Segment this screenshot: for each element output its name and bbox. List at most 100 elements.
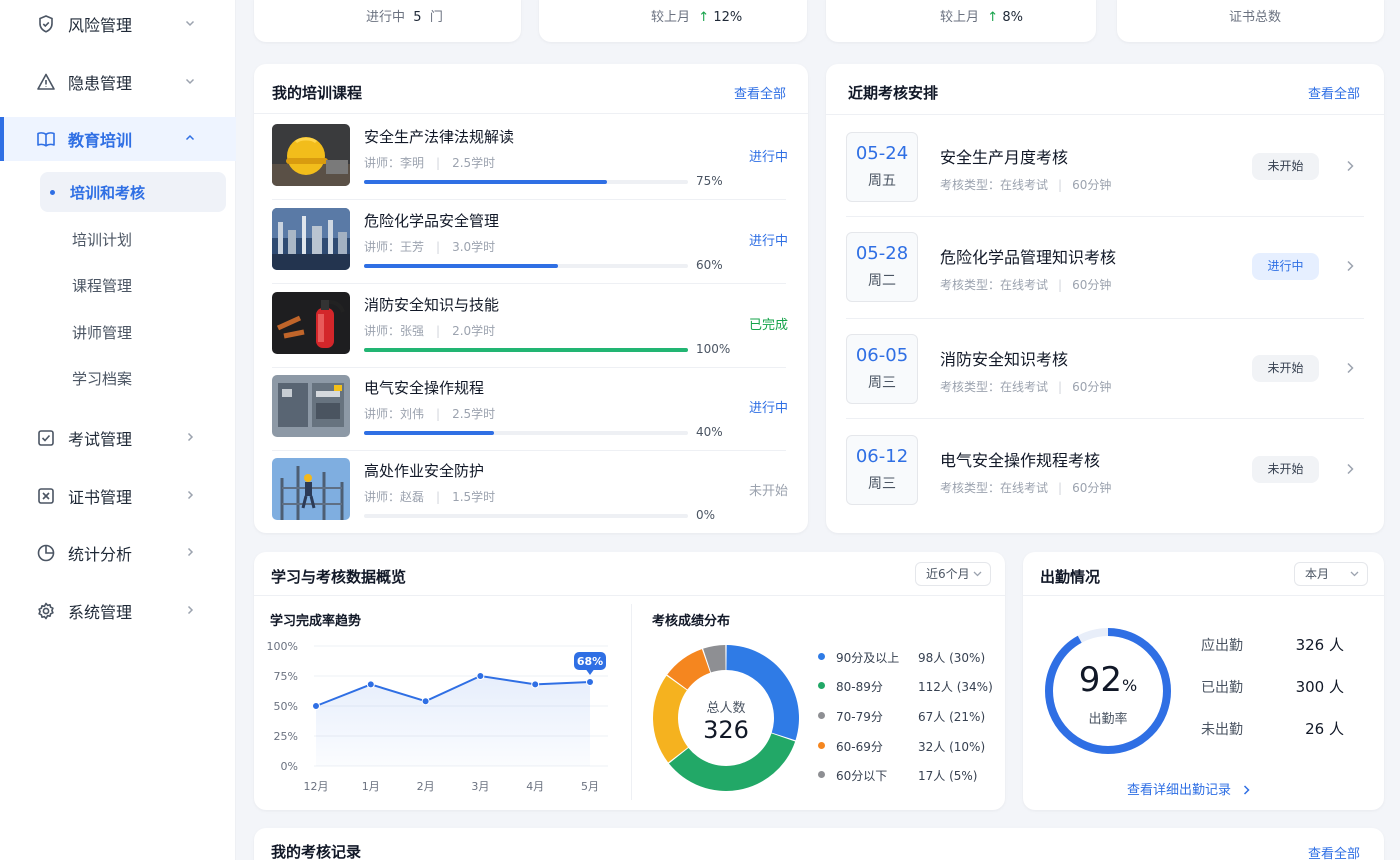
- overview-range-select[interactable]: 近6个月: [915, 562, 991, 586]
- records-view-all-link[interactable]: 查看全部: [1308, 843, 1360, 860]
- exam-item[interactable]: 05-28 周二 危险化学品管理知识考核 考核类型：在线考试 | 60分钟 进行中: [846, 232, 1364, 322]
- exams-view-all-link[interactable]: 查看全部: [1308, 83, 1360, 102]
- course-meta: 讲师：刘伟 | 2.5学时: [364, 407, 496, 421]
- sidebar-item-system[interactable]: 系统管理: [0, 589, 236, 633]
- course-status: 未开始: [748, 484, 788, 499]
- x-tick-label: 2月: [417, 780, 435, 793]
- sidebar-item-label: 风险管理: [68, 16, 133, 35]
- exam-date-box: 05-28 周二: [846, 232, 918, 302]
- legend-dot: [818, 712, 825, 719]
- stat-card-2: 较上月 ↑ 12%: [539, 0, 807, 42]
- divider: [272, 199, 786, 200]
- divider: [272, 450, 786, 451]
- stat-cert-text: 证书总数: [1229, 10, 1282, 25]
- attendance-expected-value: 326 人: [1295, 636, 1344, 654]
- sidebar-item-certificate[interactable]: 证书管理: [0, 474, 236, 518]
- sidebar-item-hazard[interactable]: 隐患管理: [0, 60, 236, 104]
- x-tick-label: 3月: [471, 780, 489, 793]
- exam-weekday: 周五: [868, 173, 896, 189]
- shield-icon: [39, 15, 53, 33]
- legend-item: 70-79分 67人 (21%): [818, 706, 998, 726]
- legend-dot: [818, 742, 825, 749]
- sub-item-teacher-manage[interactable]: 讲师管理: [40, 312, 226, 352]
- chevron-right-icon: [187, 490, 194, 500]
- attendance-present-label: 已出勤: [1201, 680, 1243, 696]
- course-item[interactable]: 高处作业安全防护 讲师：赵磊 | 1.5学时 0% 未开始: [272, 458, 788, 542]
- course-item[interactable]: 安全生产法律法规解读 讲师：李明 | 2.5学时 75% 进行中: [272, 124, 788, 208]
- exam-item[interactable]: 06-05 周三 消防安全知识考核 考核类型：在线考试 | 60分钟 未开始: [846, 334, 1364, 424]
- gear-icon: [38, 602, 54, 620]
- course-status: 进行中: [748, 401, 788, 416]
- book-icon: [37, 132, 55, 147]
- divider: [846, 418, 1364, 419]
- course-meta: 讲师：赵磊 | 1.5学时: [364, 490, 496, 504]
- course-progress-label: 40%: [696, 425, 723, 439]
- chevron-down-icon: [185, 78, 195, 85]
- chevron-right-icon[interactable]: [1346, 463, 1354, 475]
- exam-meta: 考核类型：在线考试 | 60分钟: [940, 178, 1112, 192]
- trend-point: [531, 680, 540, 689]
- stat-3-text: 较上月 ↑ 8%: [940, 10, 1023, 25]
- x-tick-label: 4月: [526, 780, 544, 793]
- exam-item[interactable]: 06-12 周三 电气安全操作规程考核 考核类型：在线考试 | 60分钟 未开始: [846, 435, 1364, 525]
- exam-status-badge: 未开始: [1252, 456, 1319, 483]
- course-item[interactable]: 危险化学品安全管理 讲师：王芳 | 3.0学时 60% 进行中: [272, 208, 788, 292]
- sidebar-item-training[interactable]: 教育培训: [0, 117, 236, 161]
- course-item[interactable]: 消防安全知识与技能 讲师：张强 | 2.0学时 100% 已完成: [272, 292, 788, 376]
- divider: [272, 283, 786, 284]
- sidebar-item-statistics[interactable]: 统计分析: [0, 531, 236, 575]
- chevron-down-icon: [185, 20, 195, 27]
- exam-weekday: 周二: [868, 273, 896, 289]
- divider: [846, 216, 1364, 217]
- attendance-absent-label: 未出勤: [1201, 722, 1243, 738]
- legend-item: 60分以下 17人 (5%): [818, 765, 998, 785]
- certificate-icon: [38, 488, 54, 504]
- legend-item: 80-89分 112人 (34%): [818, 676, 998, 696]
- x-tick-label: 5月: [581, 780, 599, 793]
- divider: [1023, 595, 1384, 596]
- attendance-absent-value: 26 人: [1305, 720, 1344, 738]
- attendance-range-select[interactable]: 本月: [1294, 562, 1368, 586]
- sidebar-item-exam[interactable]: 考试管理: [0, 416, 236, 460]
- legend-dot: [818, 653, 825, 660]
- exam-date-box: 06-12 周三: [846, 435, 918, 505]
- chevron-right-icon: [1244, 785, 1250, 795]
- course-title: 安全生产法律法规解读: [364, 128, 515, 146]
- course-status: 进行中: [748, 150, 788, 165]
- chevron-right-icon: [187, 605, 194, 615]
- exam-name: 消防安全知识考核: [940, 350, 1069, 369]
- records-title: 我的考核记录: [271, 843, 362, 860]
- sub-item-training-plan[interactable]: 培训计划: [40, 219, 226, 259]
- sidebar-item-label: 统计分析: [68, 545, 133, 564]
- warning-icon: [37, 73, 55, 90]
- divider: [272, 367, 786, 368]
- exam-date: 05-24: [855, 143, 909, 164]
- sub-item-learning-archive[interactable]: 学习档案: [40, 358, 226, 398]
- sub-item-course-manage[interactable]: 课程管理: [40, 265, 226, 305]
- chevron-right-icon[interactable]: [1346, 160, 1354, 172]
- exam-date: 06-05: [855, 345, 909, 366]
- chevron-right-icon[interactable]: [1346, 260, 1354, 272]
- exam-item[interactable]: 05-24 周五 安全生产月度考核 考核类型：在线考试 | 60分钟 未开始: [846, 132, 1364, 222]
- course-thumbnail-electrical-cabinet: [272, 375, 350, 437]
- divider: [631, 604, 632, 800]
- sidebar-item-label: 系统管理: [68, 603, 133, 622]
- course-progress-track: [364, 348, 688, 352]
- chevron-right-icon[interactable]: [1346, 362, 1354, 374]
- course-progress-track: [364, 264, 688, 268]
- sidebar: 风险管理 隐患管理 教育培训 培训和考核 培训计划 课程管理 讲师管理 学习档案…: [0, 0, 236, 860]
- sidebar-item-risk[interactable]: 风险管理: [0, 2, 236, 46]
- highlight-label: 68%: [577, 655, 603, 668]
- checkbox-icon: [38, 430, 54, 446]
- sidebar-item-label: 考试管理: [68, 430, 133, 449]
- donut-center-total: 326: [703, 716, 749, 744]
- course-item[interactable]: 电气安全操作规程 讲师：刘伟 | 2.5学时 40% 进行中: [272, 375, 788, 459]
- exam-status-badge: 进行中: [1252, 253, 1319, 280]
- divider: [826, 114, 1384, 115]
- courses-view-all-link[interactable]: 查看全部: [734, 83, 786, 102]
- exams-card: 近期考核安排 查看全部 05-24 周五 安全生产月度考核 考核类型：在线考试 | 6…: [826, 64, 1384, 533]
- exam-name: 危险化学品管理知识考核: [940, 248, 1117, 267]
- exam-weekday: 周三: [868, 476, 896, 492]
- sub-item-training-exam[interactable]: 培训和考核: [40, 172, 226, 212]
- attendance-detail-link[interactable]: 查看详细出勤记录: [1127, 779, 1250, 798]
